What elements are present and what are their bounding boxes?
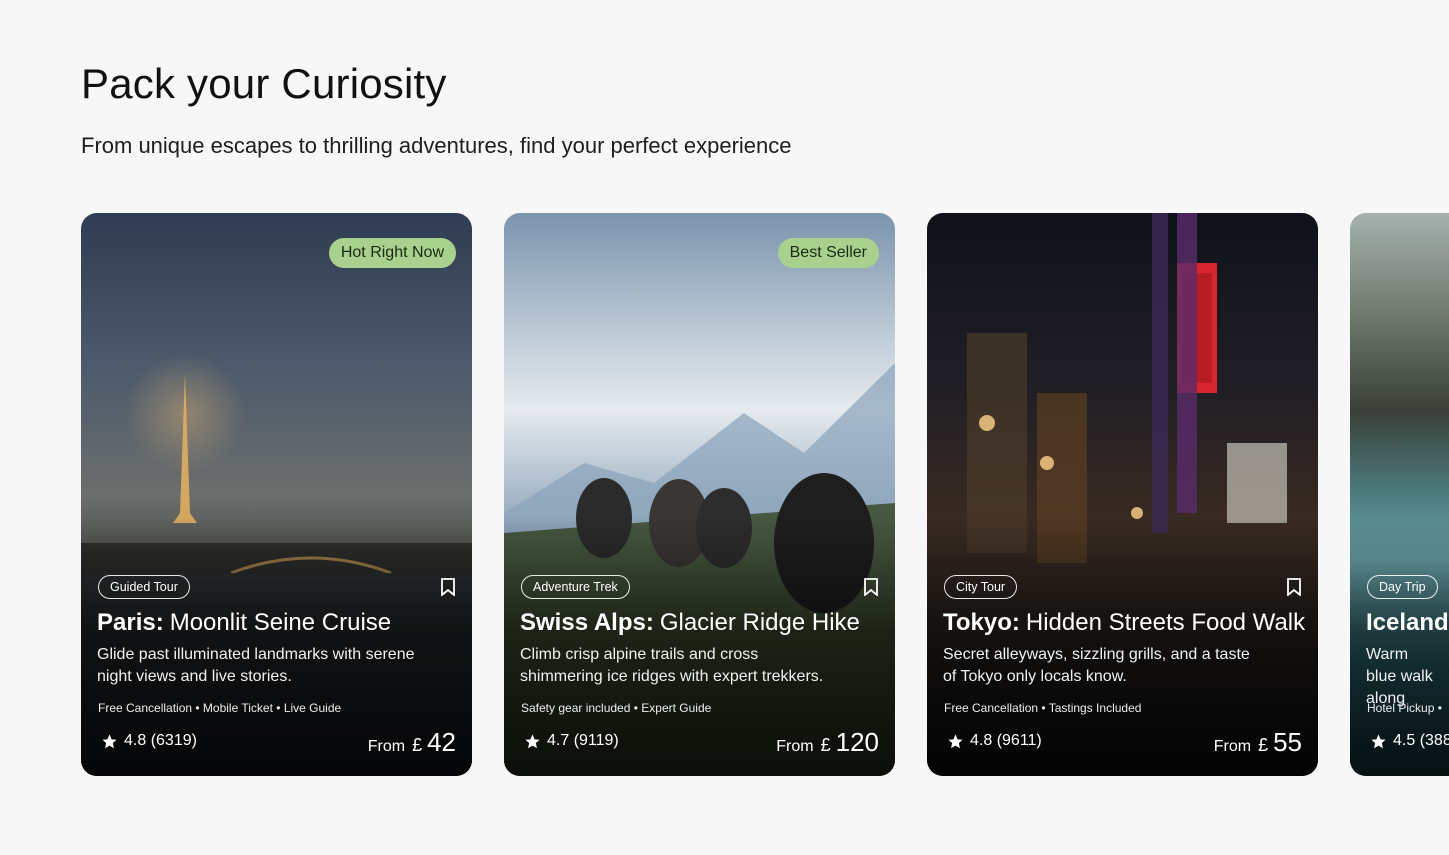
card-city: Iceland: [1366,609,1449,636]
rating-value: 4.7 (9119) [547,732,619,749]
rating-value: 4.8 (6319) [124,732,197,749]
rating-value: 4.8 (9611) [970,732,1042,749]
bookmark-icon[interactable] [863,578,879,596]
status-badge: Best Seller [777,238,879,268]
card-description: Climb crisp alpine trails and cross shim… [520,646,824,685]
price-currency: £ [412,735,423,755]
card-city: Paris: [97,609,164,636]
card-price: From £ 120 [776,727,879,758]
bookmark-icon[interactable] [440,578,456,596]
card-rating: 4.8 (6319) [101,732,197,750]
section-title: Pack your Curiosity [81,60,447,107]
card-rating: 4.5 (388 [1370,732,1449,750]
experience-card-paris[interactable]: Hot Right Now Guided Tour Paris: Moonlit … [81,213,472,776]
card-features: Free Cancellation • Tastings Included [944,701,1142,715]
card-name: Moonlit Seine Cruise [169,609,392,636]
card-name: Glacier Ridge Hike [659,609,860,636]
card-description: Secret alleyways, sizzling grills, and a… [943,646,1250,685]
price-from-label: From [367,738,406,755]
card-name: Hidden Streets Food Walk [1025,609,1306,636]
price-amount: 55 [1273,727,1302,757]
card-rating: 4.7 (9119) [524,732,619,750]
card-title[interactable]: Tokyo: Hidden Streets Food Walk [943,609,1305,637]
experience-carousel[interactable]: Hot Right Now Guided Tour Paris: Moonlit … [81,213,1449,776]
rating-value: 4.5 (388 [1393,732,1449,749]
category-tag: Guided Tour [98,575,190,599]
experience-card-tokyo[interactable]: City Tour Tokyo: Hidden Streets Food Walk… [927,213,1318,776]
card-title[interactable]: Swiss Alps: Glacier Ridge Hike [520,609,860,637]
experience-card-swiss-alps[interactable]: Best Seller Adventure Trek Swiss Alps: Gl… [504,213,895,776]
card-price: From £ 42 [368,727,456,758]
price-currency: £ [820,735,831,755]
price-currency: £ [1258,735,1269,755]
card-features: Safety gear included • Expert Guide [521,701,712,715]
price-from-label: From [776,738,814,755]
experience-card-iceland[interactable]: Day Trip Iceland: Warm blue walk along H… [1350,213,1449,776]
price-from-label: From [1213,738,1252,755]
bookmark-icon[interactable] [1286,578,1302,596]
price-amount: 42 [427,727,456,757]
star-icon [525,733,540,748]
category-tag: Day Trip [1367,575,1438,599]
card-title[interactable]: Iceland: [1366,609,1449,637]
status-badge: Hot Right Now [328,238,456,268]
price-amount: 120 [835,727,879,757]
card-description: Glide past illuminated landmarks with se… [97,646,415,685]
star-icon [102,733,117,748]
category-tag: Adventure Trek [521,575,630,599]
category-tag: City Tour [944,575,1018,599]
card-price: From £ 55 [1214,727,1302,758]
star-icon [948,733,963,748]
card-city: Swiss Alps: [520,609,654,636]
card-title[interactable]: Paris: Moonlit Seine Cruise [97,609,391,637]
card-city: Tokyo: [943,609,1020,636]
star-icon [1371,733,1386,748]
card-features: Hotel Pickup • [1367,701,1442,715]
section-subtitle: From unique escapes to thrilling adventu… [81,133,792,158]
card-features: Free Cancellation • Mobile Ticket • Live… [98,701,342,715]
card-rating: 4.8 (9611) [947,732,1042,750]
